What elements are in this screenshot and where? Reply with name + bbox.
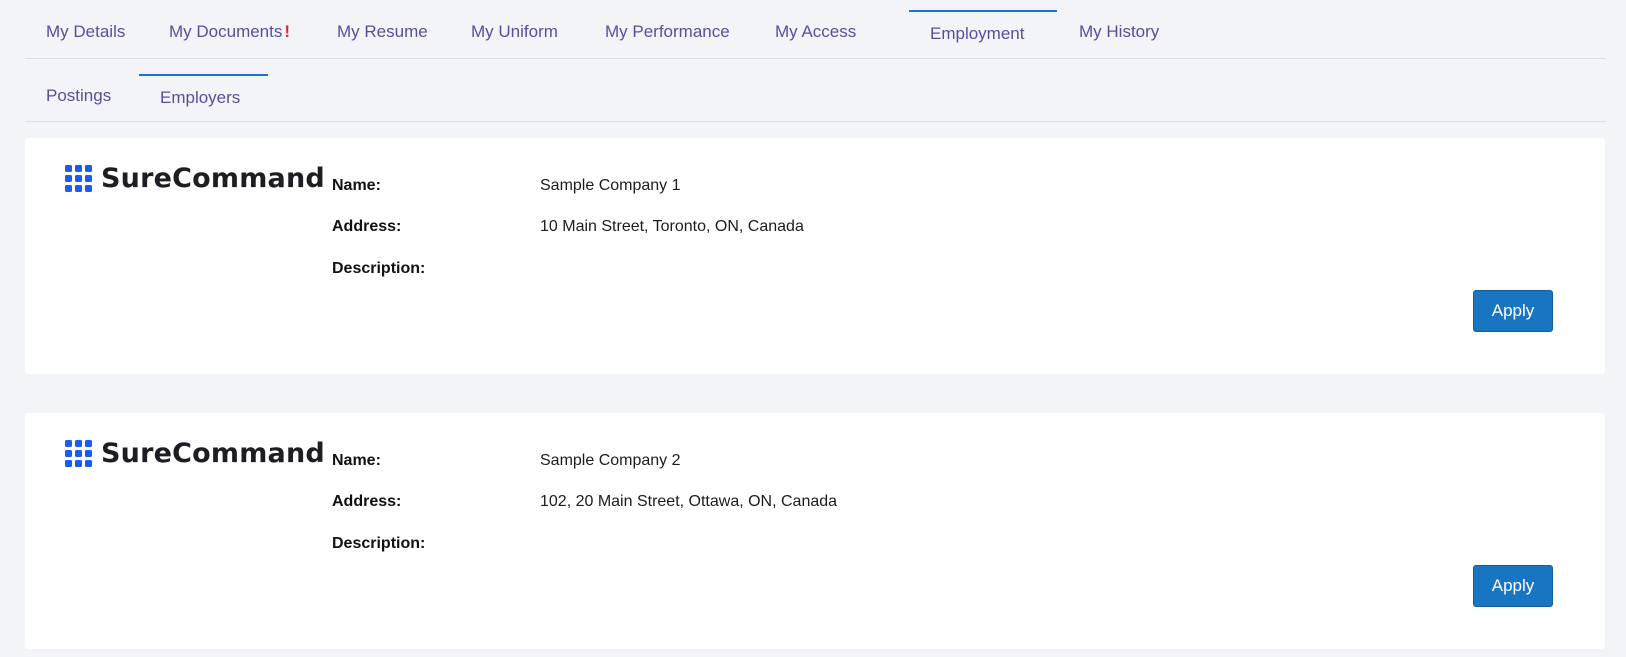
tab-my-resume[interactable]: My Resume <box>337 22 428 42</box>
tab-my-details[interactable]: My Details <box>46 22 125 42</box>
name-value: Sample Company 1 <box>540 177 681 194</box>
logo-text: SureCommand <box>101 437 325 469</box>
name-label: Name: <box>332 452 381 469</box>
tab-employment[interactable]: Employment <box>930 24 1024 44</box>
grid-dots-icon <box>65 439 92 467</box>
tab-my-performance[interactable]: My Performance <box>605 22 730 42</box>
tab-my-history[interactable]: My History <box>1079 22 1159 42</box>
active-subtab-indicator <box>139 74 268 76</box>
main-tabs: My Details My Documents! My Resume My Un… <box>25 0 1606 59</box>
name-label: Name: <box>332 177 381 194</box>
subtab-employers[interactable]: Employers <box>160 88 240 108</box>
tab-label: My Uniform <box>471 22 558 41</box>
address-label: Address: <box>332 493 402 510</box>
sub-tabs: Postings Employers <box>25 58 1606 122</box>
name-value: Sample Company 2 <box>540 452 681 469</box>
address-value: 102, 20 Main Street, Ottawa, ON, Canada <box>540 493 838 510</box>
tab-label: My Documents <box>169 22 283 41</box>
tab-label: My Performance <box>605 22 730 41</box>
address-label: Address: <box>332 218 402 235</box>
tab-label: Employment <box>930 24 1025 43</box>
address-value: 10 Main Street, Toronto, ON, Canada <box>540 218 804 235</box>
apply-button[interactable]: Apply <box>1473 565 1553 607</box>
tab-label: My Resume <box>337 22 428 41</box>
tab-label: My Access <box>775 22 857 41</box>
tab-my-uniform[interactable]: My Uniform <box>471 22 558 42</box>
employer-card: SureCommand Name: Sample Company 2 Addre… <box>25 413 1605 649</box>
subtab-postings[interactable]: Postings <box>46 86 111 106</box>
company-logo: SureCommand <box>65 437 325 469</box>
subtab-label: Employers <box>160 88 241 107</box>
apply-button[interactable]: Apply <box>1473 290 1553 332</box>
subtab-label: Postings <box>46 86 112 105</box>
description-label: Description: <box>332 260 426 277</box>
active-tab-indicator <box>909 10 1057 12</box>
logo-text: SureCommand <box>101 162 325 194</box>
grid-dots-icon <box>65 164 92 192</box>
tab-label: My History <box>1079 22 1160 41</box>
alert-icon: ! <box>284 22 291 41</box>
employer-card: SureCommand Name: Sample Company 1 Addre… <box>25 138 1605 374</box>
tab-label: My Details <box>46 22 126 41</box>
company-logo: SureCommand <box>65 162 325 194</box>
tab-my-access[interactable]: My Access <box>775 22 856 42</box>
tab-my-documents[interactable]: My Documents! <box>169 22 290 42</box>
description-label: Description: <box>332 535 426 552</box>
